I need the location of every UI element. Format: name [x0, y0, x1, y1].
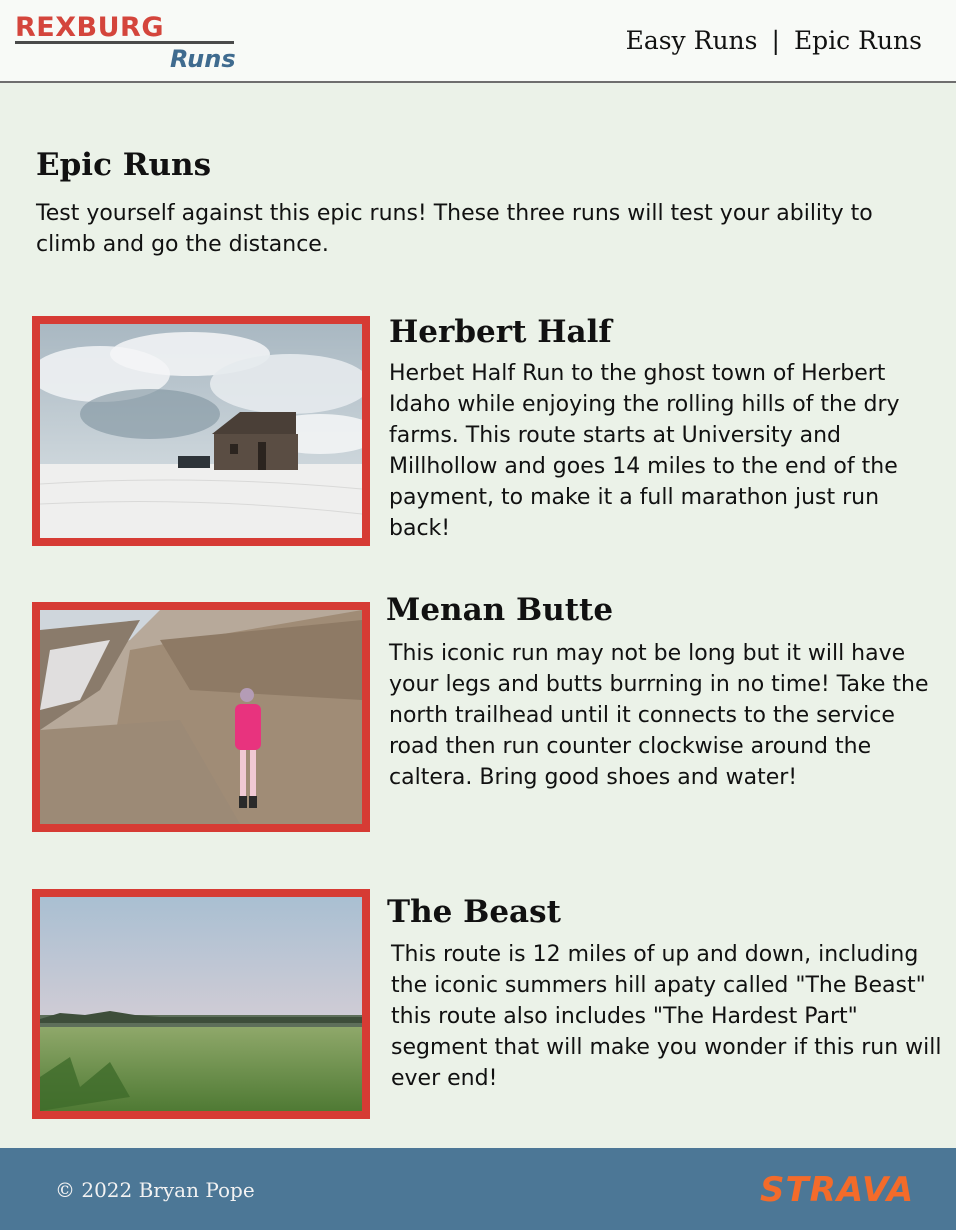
site-header: REXBURG Runs Easy Runs | Epic Runs: [0, 0, 956, 83]
logo-rexburg[interactable]: REXBURG: [15, 12, 164, 44]
herbert-half-photo: [32, 316, 370, 546]
menan-butte-photo: [32, 602, 370, 832]
logo-runs[interactable]: Runs: [170, 44, 236, 74]
site-footer: © 2022 Bryan Pope STRAVA: [0, 1148, 956, 1230]
nav-link-epic-runs[interactable]: Epic Runs: [794, 26, 922, 55]
page-intro: Test yourself against this epic runs! Th…: [36, 201, 873, 257]
run-title-menan-butte: Menan Butte: [386, 592, 614, 628]
run-desc-herbert-half: Herbet Half Run to the ghost town of Her…: [389, 361, 900, 541]
run-desc-the-beast: This route is 12 miles of up and down, i…: [391, 942, 942, 1091]
run-desc-menan-butte: This iconic run may not be long but it w…: [389, 641, 929, 790]
strava-logo[interactable]: STRAVA: [760, 1170, 914, 1210]
nav-separator: |: [771, 26, 780, 55]
copyright-text: © 2022 Bryan Pope: [55, 1178, 255, 1202]
the-beast-photo: [32, 889, 370, 1119]
page-title: Epic Runs: [36, 147, 212, 183]
nav-link-easy-runs[interactable]: Easy Runs: [626, 26, 758, 55]
main-nav: Easy Runs | Epic Runs: [626, 26, 922, 55]
run-title-herbert-half: Herbert Half: [389, 314, 612, 350]
run-title-the-beast: The Beast: [387, 894, 561, 930]
